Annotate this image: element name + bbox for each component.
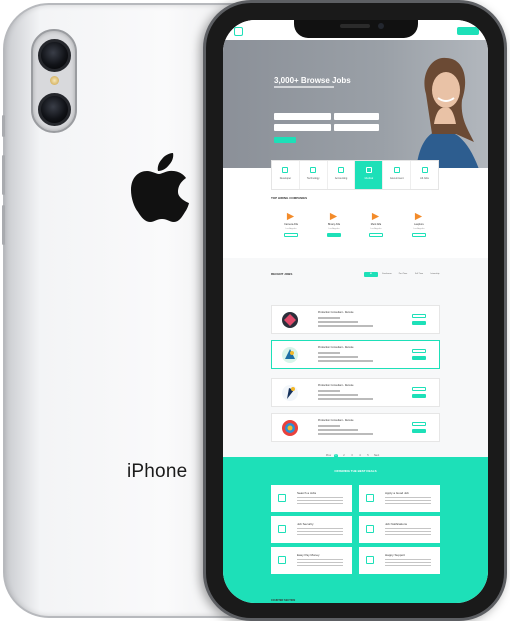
monitor-icon	[310, 167, 317, 173]
medical-icon	[365, 167, 372, 173]
bell-icon	[366, 525, 374, 533]
money-icon	[278, 556, 286, 564]
company-logo-icon	[371, 212, 380, 221]
filter-tab[interactable]: All	[364, 272, 378, 277]
details-button[interactable]	[412, 429, 426, 433]
apply-button[interactable]	[412, 387, 426, 391]
deal-card[interactable]: Apply a Good Job	[359, 485, 440, 512]
notch	[294, 20, 418, 38]
grid-icon	[421, 167, 428, 173]
code-icon	[282, 167, 289, 173]
apply-button[interactable]	[412, 349, 426, 353]
deal-card[interactable]: Job Notifications	[359, 516, 440, 543]
job-company-logo-icon	[282, 420, 298, 436]
salary-select[interactable]	[334, 124, 379, 131]
hero-title: 3,000+ Browse Jobs	[274, 76, 351, 85]
category-government[interactable]: Government	[383, 161, 412, 189]
recent-jobs-section: RECENT JOBS All Freelancer Part Time Ful…	[223, 258, 488, 458]
front-camera-icon	[378, 23, 384, 29]
search-button[interactable]	[274, 137, 296, 143]
shield-icon	[278, 525, 286, 533]
category-bar: Developer Technology Accounting Medical …	[271, 160, 439, 190]
company-jobs-button[interactable]	[369, 233, 383, 237]
deal-card[interactable]: Search a Jobs	[271, 485, 352, 512]
speaker-icon	[340, 24, 370, 28]
category-developer[interactable]: Developer	[272, 161, 300, 189]
job-card[interactable]: Production Consultant - Remote	[271, 340, 440, 369]
company-card[interactable]: Binary Alfa Los Angeles	[318, 210, 350, 244]
deal-card[interactable]: Job Security	[271, 516, 352, 543]
check-icon	[366, 494, 374, 502]
counter-section-title: COUNTER SECTION	[271, 599, 296, 602]
volume-down-button	[2, 205, 5, 245]
company-logo-icon	[414, 212, 423, 221]
flash-icon	[50, 76, 59, 85]
hero-banner: 3,000+ Browse Jobs	[223, 40, 488, 168]
deal-card[interactable]: Easy Pay Money	[271, 547, 352, 574]
keyword-input[interactable]	[274, 113, 331, 120]
filter-tab[interactable]: Internship	[428, 272, 442, 277]
company-card[interactable]: Merk Alfa Los Angeles	[360, 210, 392, 244]
building-icon	[393, 167, 400, 173]
camera-lens-icon	[38, 93, 71, 126]
iphone-brand-text: iPhone	[127, 461, 188, 482]
job-card[interactable]: Production Consultant - Remote	[271, 305, 440, 334]
job-filter-tabs: All Freelancer Part Time Full Time Inter…	[364, 272, 442, 277]
apply-button[interactable]	[412, 314, 426, 318]
filter-tab[interactable]: Freelancer	[380, 272, 394, 277]
front-phone: 3,000+ Browse Jobs Developer Technology …	[203, 0, 507, 621]
site-logo-icon[interactable]	[234, 27, 243, 36]
calculator-icon	[338, 167, 345, 173]
category-select[interactable]	[274, 124, 331, 131]
volume-up-button	[2, 155, 5, 195]
top-companies-title: TOP HIRING COMPANIES	[271, 196, 308, 200]
mute-switch	[2, 115, 5, 137]
filter-tab[interactable]: Full Time	[412, 272, 426, 277]
apple-logo-icon	[131, 153, 189, 222]
search-icon	[278, 494, 286, 502]
camera-lens-icon	[38, 39, 71, 72]
details-button[interactable]	[412, 356, 426, 360]
deals-title: OFFERING THE BEST DEALS	[334, 469, 377, 473]
details-button[interactable]	[412, 321, 426, 325]
company-card[interactable]: Lauplore Los Angeles	[403, 210, 435, 244]
job-company-logo-icon	[282, 347, 298, 363]
nav-cta-button[interactable]	[457, 27, 479, 35]
category-accounting[interactable]: Accounting	[328, 161, 356, 189]
apply-button[interactable]	[412, 422, 426, 426]
job-company-logo-icon	[282, 312, 298, 328]
hero-subtitle	[274, 86, 334, 88]
phone-screen: 3,000+ Browse Jobs Developer Technology …	[223, 20, 488, 603]
job-company-logo-icon	[282, 385, 298, 401]
company-jobs-button[interactable]	[284, 233, 298, 237]
recent-jobs-title: RECENT JOBS	[271, 272, 293, 276]
company-jobs-button[interactable]	[412, 233, 426, 237]
company-jobs-button[interactable]	[327, 233, 341, 237]
company-card[interactable]: Camera Alfa Los Angeles	[275, 210, 307, 244]
rear-camera-module	[31, 29, 77, 133]
category-all-jobs[interactable]: All Jobs	[411, 161, 438, 189]
location-input[interactable]	[334, 113, 379, 120]
category-medical[interactable]: Medical	[355, 161, 384, 189]
deals-section: OFFERING THE BEST DEALS Search a Jobs Ap…	[223, 457, 488, 603]
company-logo-icon	[286, 212, 295, 221]
filter-tab[interactable]: Part Time	[396, 272, 410, 277]
headset-icon	[366, 556, 374, 564]
category-technology[interactable]: Technology	[300, 161, 328, 189]
deal-card[interactable]: Happy Support	[359, 547, 440, 574]
details-button[interactable]	[412, 394, 426, 398]
job-card[interactable]: Production Consultant - Remote	[271, 413, 440, 442]
job-card[interactable]: Production Consultant - Remote	[271, 378, 440, 407]
hero-person-image	[416, 57, 479, 168]
company-logo-icon	[329, 212, 338, 221]
